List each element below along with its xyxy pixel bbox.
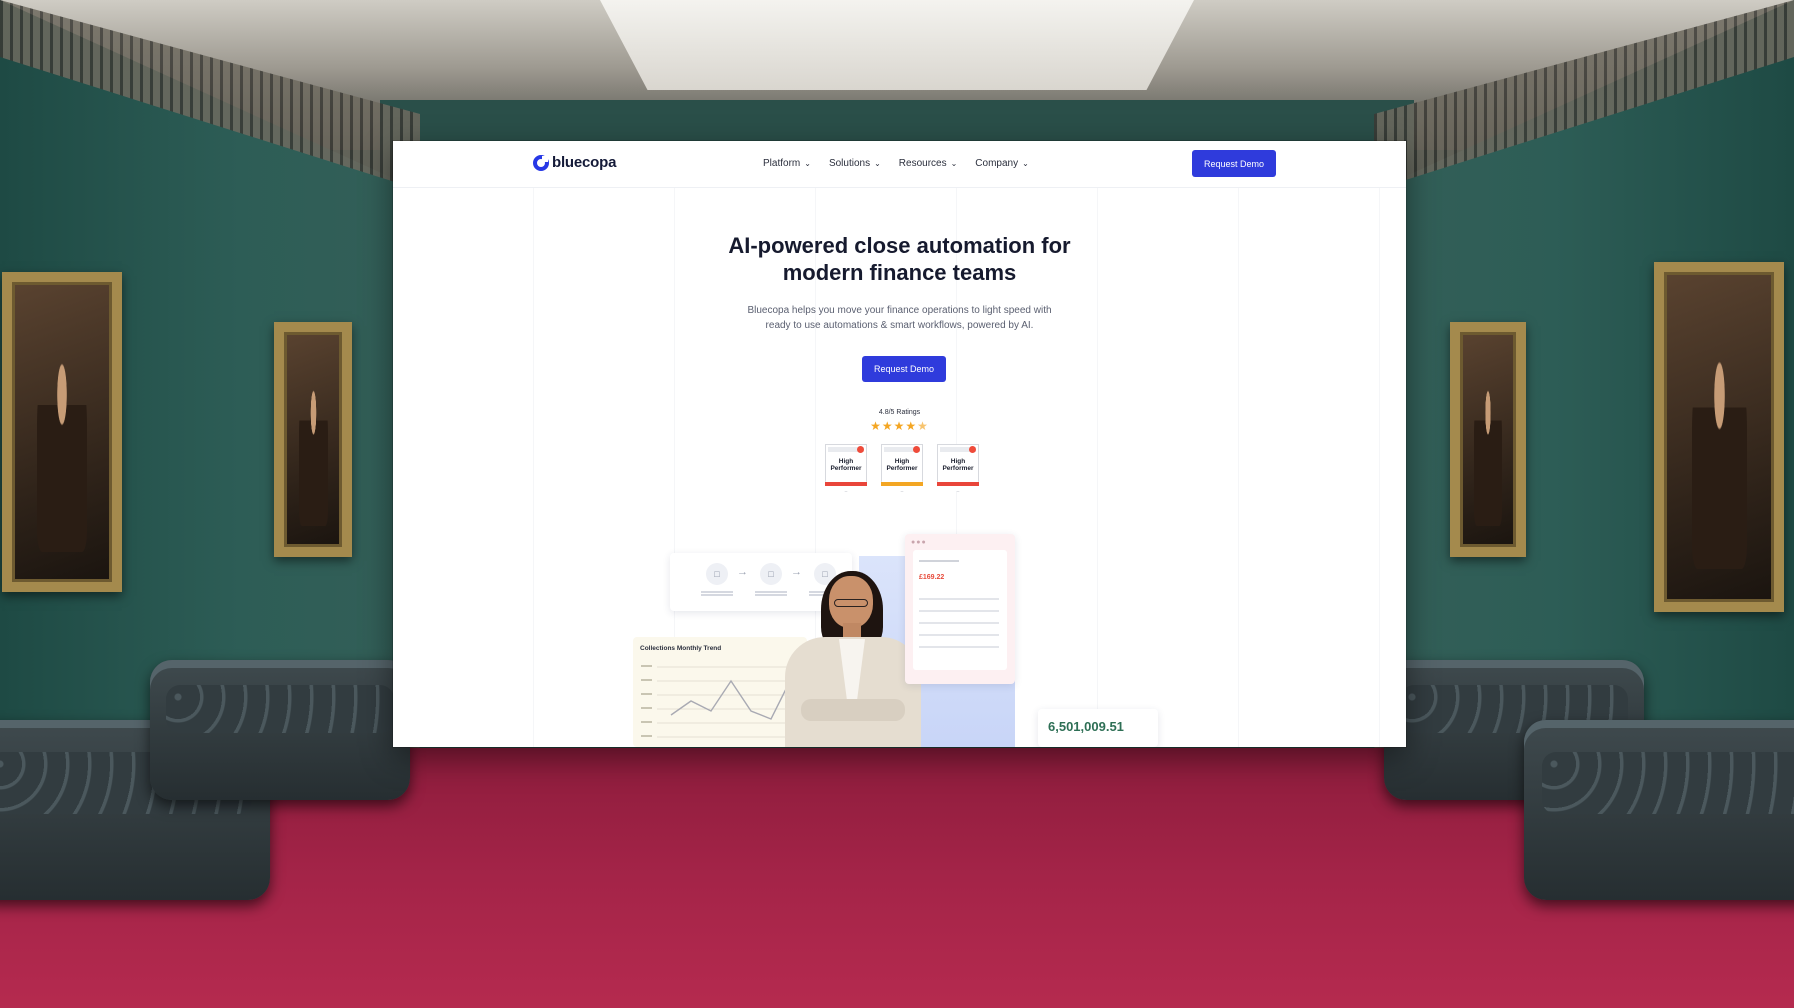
nav-item-resources[interactable]: Resources ⌄ [899,158,958,169]
trend-line-graphic [641,665,799,738]
award-badges: High Performer High Performer High Performe… [825,444,979,492]
sofa-left-back [150,660,410,800]
badge-line-2: Performer [942,465,974,472]
nav-item-label: Platform [763,158,801,169]
hero-title: AI-powered close automation for modern f… [393,232,1406,286]
brand-name: bluecopa [552,154,617,171]
g2-logo-icon [913,446,920,453]
g2-badge: High Performer [825,444,867,492]
star-icon: ★ [893,419,906,433]
hero-title-line-2: modern finance teams [782,260,1017,285]
chevron-down-icon: ⌄ [804,159,811,168]
g2-logo-icon [857,446,864,453]
website-screen: bluecopa Platform ⌄ Solutions ⌄ Resource… [393,141,1406,747]
nav-item-platform[interactable]: Platform ⌄ [763,158,811,169]
badge-line-1: High [838,458,854,465]
nav-item-label: Company [975,158,1019,169]
sofa-right-front [1524,720,1794,900]
document-icon: □ [706,563,728,585]
portrait-frame-left-1 [2,272,122,592]
amount-card: 6,501,009.51 [1038,709,1158,747]
report-card: ●●● £169.22 [905,534,1015,684]
g2-badge: High Performer [937,444,979,492]
hero-subtitle-line-2: ready to use automations & smart workflo… [765,320,1034,331]
window-dots-icon: ●●● [911,539,927,546]
g2-logo-icon [969,446,976,453]
big-amount: 6,501,009.51 [1048,719,1124,734]
star-half-icon: ★ [917,419,929,433]
star-icon: ★ [881,419,894,433]
portrait-frame-right-1 [1450,322,1526,557]
request-demo-hero-button[interactable]: Request Demo [862,356,946,382]
star-icon: ★ [905,419,918,433]
report-amount: £169.22 [919,574,945,581]
businesswoman-photo [785,571,925,747]
bluecopa-logo-icon [533,154,549,171]
top-navbar: bluecopa Platform ⌄ Solutions ⌄ Resource… [393,141,1406,188]
badge-line-2: Performer [830,465,862,472]
nav-item-label: Solutions [828,158,871,169]
badge-line-2: Performer [886,465,918,472]
badge-line-1: High [950,458,966,465]
hero-subtitle-line-1: Bluecopa helps you move your finance ope… [747,305,1052,316]
badge-line-1: High [894,458,910,465]
trend-card-title: Collections Monthly Trend [640,645,722,652]
portrait-frame-left-2 [274,322,352,557]
nav-item-label: Resources [898,158,947,169]
hero-title-line-1: AI-powered close automation for [728,233,1071,258]
chevron-down-icon: ⌄ [950,159,958,168]
rating-stars: ★★★★★ [393,419,1406,433]
g2-badge: High Performer [881,444,923,492]
star-icon: ★ [870,419,882,433]
main-menu: Platform ⌄ Solutions ⌄ Resources ⌄ Compa… [763,158,1029,169]
arrow-right-icon: → [737,566,748,578]
chevron-down-icon: ⌄ [874,159,881,168]
chevron-down-icon: ⌄ [1022,159,1029,168]
hero-subtitle: Bluecopa helps you move your finance ope… [393,303,1406,333]
document-icon: □ [760,563,782,585]
request-demo-nav-button[interactable]: Request Demo [1192,150,1276,177]
portrait-frame-right-2 [1654,262,1784,612]
nav-item-company[interactable]: Company ⌄ [975,158,1029,169]
skylight [600,0,1194,90]
ratings-label: 4.8/5 Ratings [878,409,921,416]
collections-trend-card: Collections Monthly Trend [633,637,807,747]
nav-item-solutions[interactable]: Solutions ⌄ [829,158,881,169]
brand-logo[interactable]: bluecopa [533,154,616,171]
